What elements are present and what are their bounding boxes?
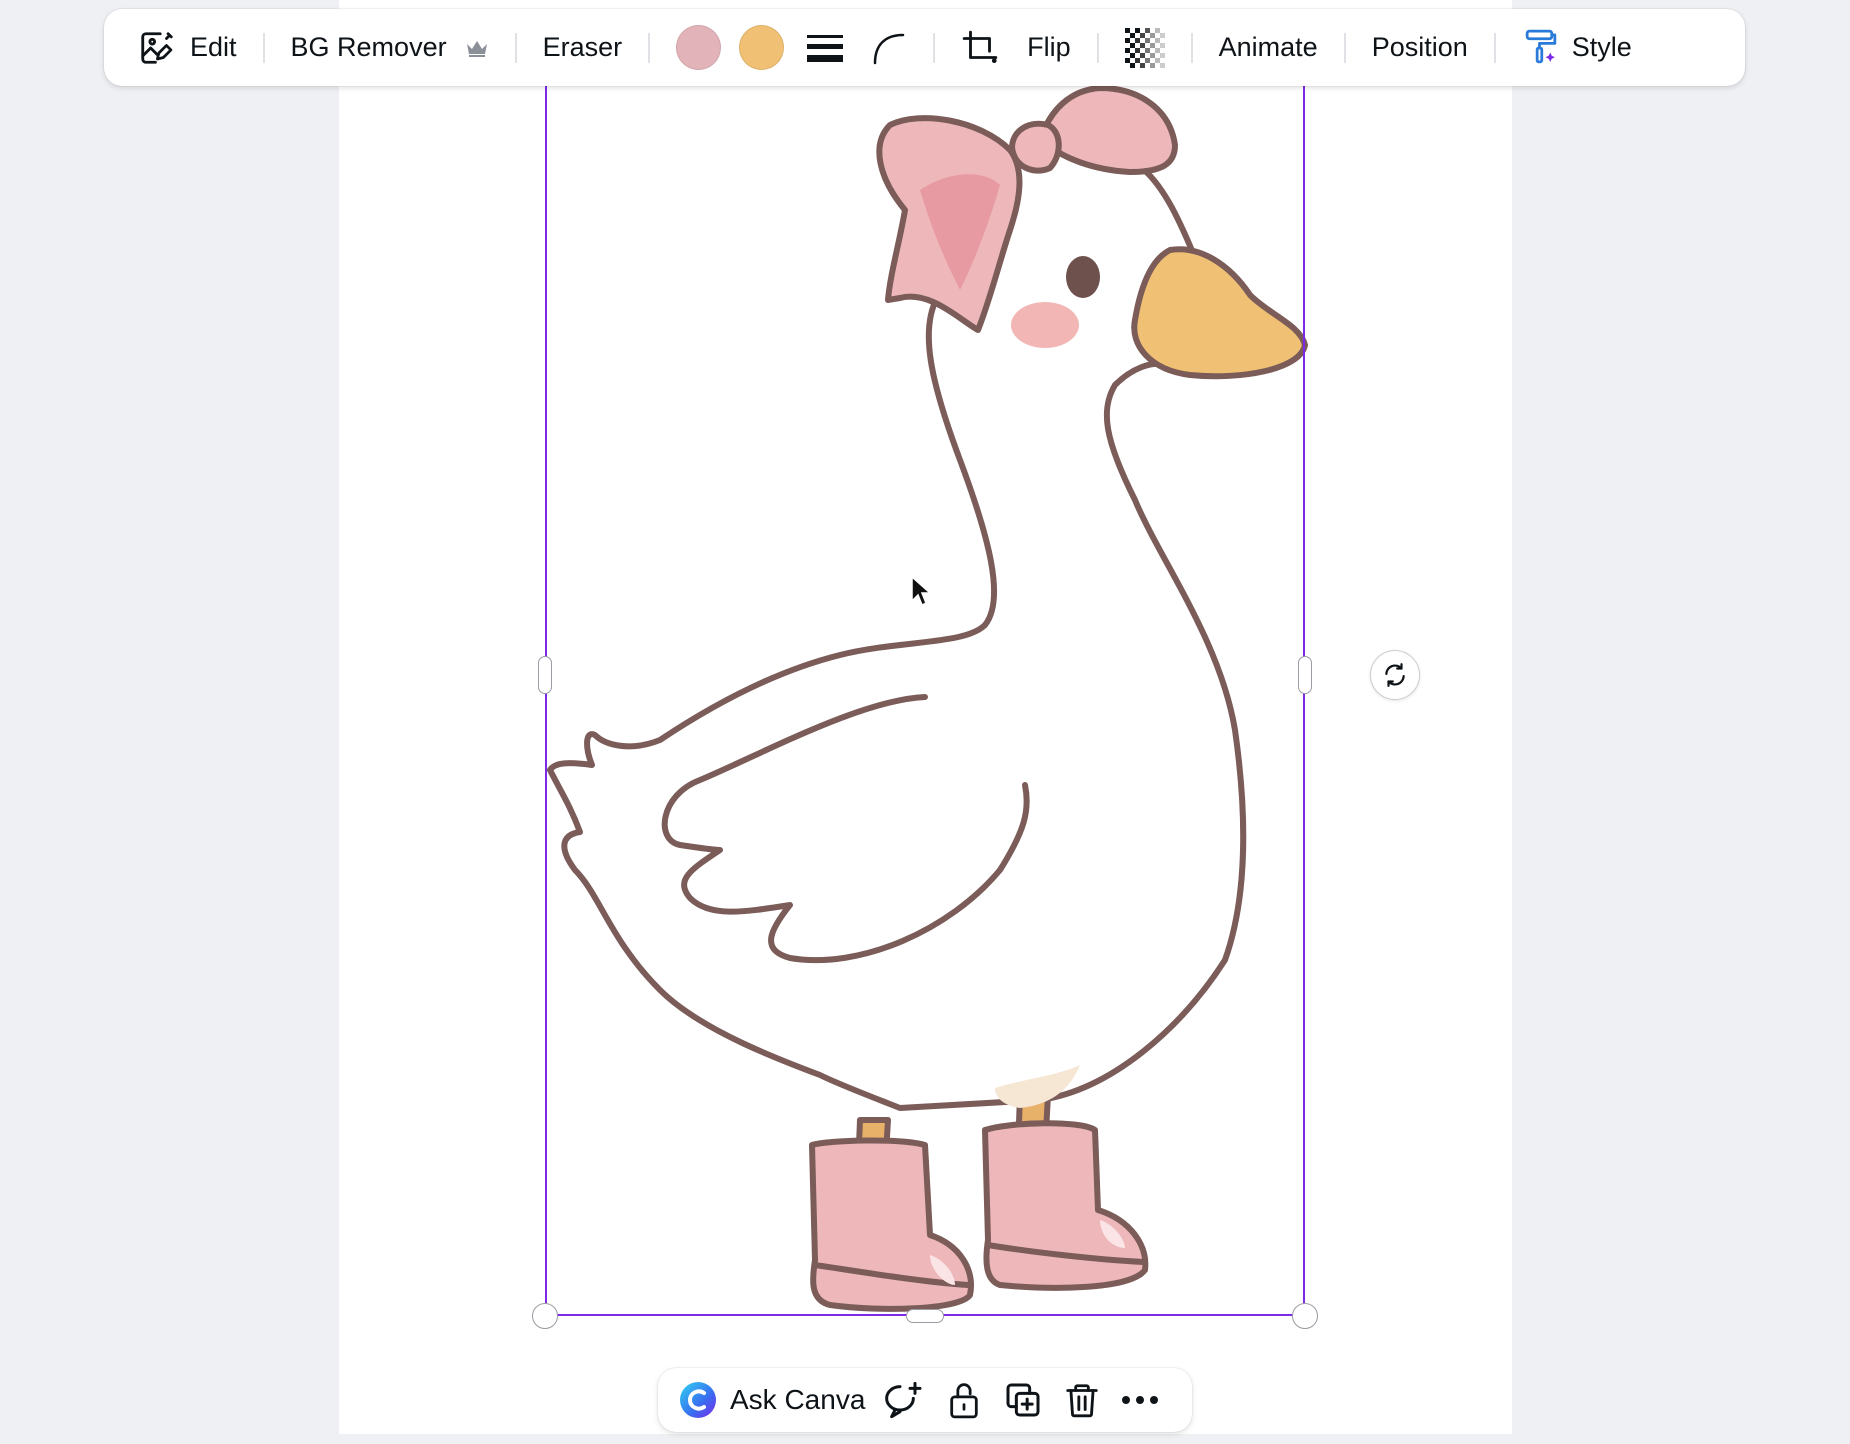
ask-canva-label: Ask Canva [730,1384,866,1415]
transparency-icon [1124,27,1165,68]
resize-handle-right[interactable] [1298,656,1312,694]
lock-button[interactable] [935,1374,993,1426]
animate-button[interactable]: Animate [1205,20,1332,76]
transparency-button[interactable] [1111,20,1179,76]
style-brush-icon [1522,28,1560,68]
image-toolbar: Edit BG Remover Eraser Flip Animate Posi… [104,9,1745,86]
resize-handle-bottom-right[interactable] [1292,1303,1318,1329]
flip-button[interactable]: Flip [1013,20,1085,76]
delete-icon [1063,1380,1101,1420]
eraser-label: Eraser [542,32,623,62]
add-comment-button[interactable] [875,1374,935,1426]
edit-image-icon [138,29,176,67]
rotate-button[interactable] [1370,650,1420,700]
crop-icon [961,29,999,67]
more-icon [1121,1395,1159,1405]
more-options-button[interactable] [1111,1374,1169,1426]
toolbar-divider [1343,32,1346,63]
edit-label: Edit [190,32,237,62]
add-comment-icon [885,1380,925,1420]
canva-assistant-icon [678,1380,718,1420]
mouse-cursor-icon [911,575,932,607]
crown-icon [465,38,489,58]
toolbar-divider [648,32,651,63]
position-button[interactable]: Position [1358,20,1482,76]
toolbar-divider [514,32,517,63]
toolbar-divider [933,32,936,63]
orange-swatch[interactable] [739,25,785,70]
duplicate-button[interactable] [993,1374,1053,1426]
selection-frame [545,86,1305,1316]
crop-button[interactable] [947,20,1013,76]
eraser-button[interactable]: Eraser [529,20,637,76]
lock-icon [945,1380,983,1420]
ask-canva-button[interactable]: Ask Canva [668,1374,875,1426]
delete-button[interactable] [1053,1374,1111,1426]
bg-remover-button[interactable]: BG Remover [277,20,503,76]
pink-swatch[interactable] [676,25,722,70]
toolbar-divider [1493,32,1496,63]
element-quick-actions: Ask Canva [658,1368,1192,1432]
toolbar-divider [1096,32,1099,63]
resize-handle-bottom[interactable] [906,1309,944,1323]
duplicate-icon [1003,1380,1043,1420]
edit-button[interactable]: Edit [124,20,251,76]
rotate-icon [1382,662,1408,688]
style-label: Style [1571,32,1632,62]
style-button[interactable]: Style [1508,20,1646,76]
animate-label: Animate [1218,32,1318,62]
position-label: Position [1371,32,1468,62]
resize-handle-bottom-left[interactable] [532,1303,558,1329]
toolbar-divider [1190,32,1193,63]
corner-rounding-button[interactable] [857,20,921,76]
flip-label: Flip [1027,32,1071,62]
line-weight-button[interactable] [793,20,857,76]
bg-remover-label: BG Remover [290,32,447,62]
corner-rounding-icon [871,31,907,65]
toolbar-divider [262,32,265,63]
resize-handle-left[interactable] [538,656,552,694]
line-weight-icon [807,33,844,63]
